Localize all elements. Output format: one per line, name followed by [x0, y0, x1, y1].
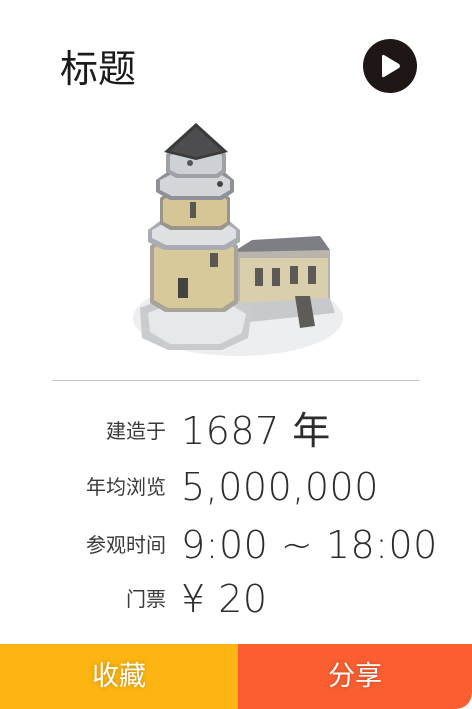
tower-illustration — [133, 123, 343, 356]
share-button[interactable]: 分享 — [238, 644, 472, 709]
info-row-visitors: 年均浏览 5,000,000 — [0, 462, 472, 512]
hours-value: 9:00 ~ 18:00 — [181, 523, 438, 567]
visitors-value: 5,000,000 — [181, 465, 379, 509]
ticket-label: 门票 — [126, 587, 166, 611]
built-value: 1687 年 — [181, 409, 331, 453]
info-row-built: 建造于 1687 年 — [0, 406, 472, 456]
collect-button[interactable]: 收藏 — [0, 644, 238, 709]
hours-label: 参观时间 — [86, 533, 166, 557]
ticket-value: ¥ 20 — [181, 577, 268, 621]
play-button[interactable] — [363, 39, 417, 93]
play-icon — [382, 54, 400, 78]
info-row-ticket: 门票 ¥ 20 — [0, 574, 472, 624]
attraction-card: 标题 建造于 1687 年 年均浏览 5,000,000 参观时间 9:00 ~… — [0, 0, 472, 709]
info-row-hours: 参观时间 9:00 ~ 18:00 — [0, 520, 472, 570]
divider — [52, 380, 419, 381]
page-title: 标题 — [60, 47, 137, 91]
visitors-label: 年均浏览 — [86, 475, 166, 499]
built-label: 建造于 — [106, 419, 166, 443]
